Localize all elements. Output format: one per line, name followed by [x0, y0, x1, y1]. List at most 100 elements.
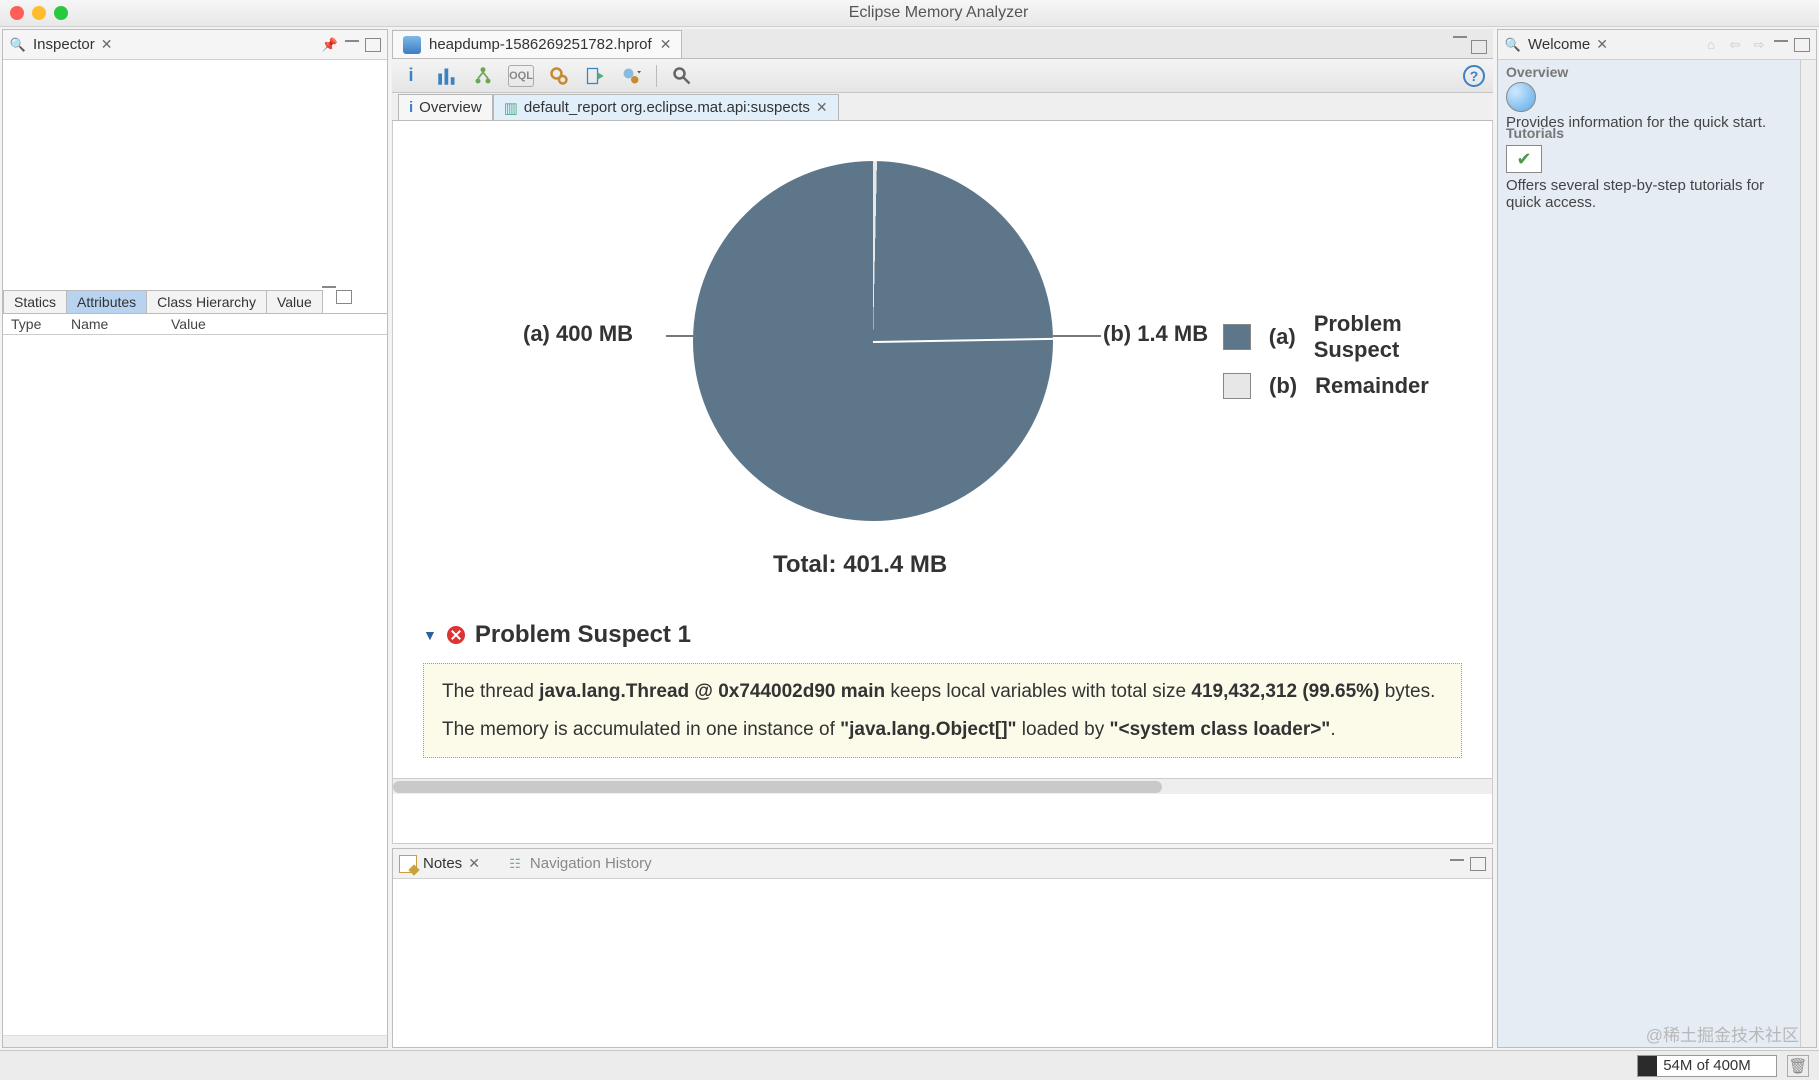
titlebar: Eclipse Memory Analyzer	[0, 0, 1819, 27]
info-icon: i	[409, 99, 413, 116]
watermark: @稀土掘金技术社区	[1646, 1021, 1799, 1046]
t: bytes.	[1379, 681, 1435, 702]
sub-tabs: i Overview ▥ default_report org.eclipse.…	[392, 93, 1493, 121]
suspect-description: The thread java.lang.Thread @ 0x744002d9…	[423, 663, 1462, 758]
slice-b-label: (b) 1.4 MB	[1103, 321, 1208, 347]
tabs-maximize-icon[interactable]	[336, 290, 352, 304]
forward-icon[interactable]: ⇨	[1750, 36, 1768, 54]
col-name[interactable]: Name	[63, 314, 163, 334]
tab-value[interactable]: Value	[266, 290, 323, 313]
back-icon[interactable]: ⇦	[1726, 36, 1744, 54]
minimize-window-icon[interactable]	[32, 6, 46, 20]
globe-icon[interactable]	[1506, 82, 1536, 112]
welcome-title: Welcome	[1528, 36, 1590, 53]
inspector-h-scrollbar[interactable]	[3, 1035, 387, 1047]
nav-history-icon: ☷	[506, 855, 524, 873]
t: The thread	[442, 681, 539, 702]
sub-tab-overview[interactable]: i Overview	[398, 94, 493, 120]
col-type[interactable]: Type	[3, 314, 63, 334]
window-controls[interactable]	[10, 6, 68, 20]
notes-maximize-icon[interactable]	[1470, 857, 1486, 871]
help-icon[interactable]: ?	[1463, 65, 1485, 87]
tab-attributes[interactable]: Attributes	[66, 290, 147, 313]
welcome-v-scrollbar[interactable]	[1800, 60, 1816, 1047]
welcome-content: Overview Provides information for the qu…	[1498, 60, 1800, 1047]
nav-history-title[interactable]: Navigation History	[530, 855, 652, 872]
editor-tab-label: heapdump-1586269251782.hprof	[429, 36, 652, 53]
histogram-icon[interactable]	[436, 65, 458, 87]
status-bar: 54M of 400M 🗑	[0, 1050, 1819, 1080]
notes-header: Notes ✕ ☷ Navigation History	[393, 849, 1492, 879]
sub-tab-overview-label: Overview	[419, 99, 482, 116]
legend-text-a: Problem Suspect	[1314, 311, 1492, 363]
welcome-maximize-icon[interactable]	[1794, 38, 1810, 52]
pie-slice-area	[693, 161, 1053, 521]
close-window-icon[interactable]	[10, 6, 24, 20]
legend-key-a: (a)	[1269, 324, 1296, 350]
inspector-close-icon[interactable]: ✕	[101, 36, 113, 53]
sub-tab-close-icon[interactable]: ✕	[816, 99, 828, 116]
inspector-icon: 🔍	[9, 36, 27, 54]
t: java.lang.Thread @ 0x744002d90 main	[539, 681, 885, 702]
legend-row-a: (a) Problem Suspect	[1223, 311, 1492, 363]
run-report-icon[interactable]	[584, 65, 606, 87]
pin-icon[interactable]: 📌	[321, 36, 339, 54]
col-value[interactable]: Value	[163, 314, 214, 334]
slice-a-leader	[666, 335, 696, 337]
notes-title: Notes	[423, 855, 462, 872]
editor-maximize-icon[interactable]	[1471, 40, 1487, 54]
info-icon[interactable]: i	[400, 65, 422, 87]
chart-total: Total: 401.4 MB	[773, 551, 947, 579]
editor-pane: heapdump-1586269251782.hprof ✕ i OQL	[392, 29, 1493, 1048]
maximize-pane-icon[interactable]	[365, 38, 381, 52]
sub-tab-report-label: default_report org.eclipse.mat.api:suspe…	[524, 99, 810, 116]
editor-toolbar: i OQL	[392, 59, 1493, 93]
t: keeps local variables with total size	[885, 681, 1191, 702]
editor-tab-close-icon[interactable]: ✕	[660, 36, 672, 53]
inspector-title: Inspector	[33, 36, 95, 53]
error-icon	[447, 626, 465, 644]
notes-minimize-icon[interactable]	[1450, 859, 1464, 861]
legend-key-b: (b)	[1269, 373, 1297, 399]
minimize-pane-icon[interactable]	[345, 40, 359, 42]
search-icon[interactable]	[671, 65, 693, 87]
heapdump-icon	[403, 36, 421, 54]
slice-b-leader	[1053, 335, 1101, 337]
twistie-icon[interactable]: ▼	[423, 627, 437, 643]
home-icon[interactable]: ⌂	[1702, 36, 1720, 54]
editor-minimize-icon[interactable]	[1453, 36, 1467, 38]
tab-statics[interactable]: Statics	[3, 290, 67, 313]
welcome-minimize-icon[interactable]	[1774, 40, 1788, 42]
t: .	[1330, 719, 1335, 740]
heap-status[interactable]: 54M of 400M	[1637, 1055, 1777, 1077]
inspector-columns: Type Name Value	[3, 314, 387, 335]
report-icon: ▥	[504, 99, 518, 117]
inspector-header: 🔍 Inspector ✕ 📌	[3, 30, 387, 60]
tab-class-hierarchy[interactable]: Class Hierarchy	[146, 290, 267, 313]
notes-icon	[399, 855, 417, 873]
gears-icon[interactable]	[548, 65, 570, 87]
heap-status-text: 54M of 400M	[1638, 1056, 1776, 1076]
notes-body[interactable]	[393, 879, 1492, 1047]
slice-a-label: (a) 400 MB	[523, 321, 633, 347]
tutorials-desc: Offers several step-by-step tutorials fo…	[1506, 177, 1792, 211]
suspect-heading[interactable]: ▼ Problem Suspect 1	[393, 601, 1492, 663]
sub-tab-report[interactable]: ▥ default_report org.eclipse.mat.api:sus…	[493, 94, 839, 120]
tutorials-icon[interactable]: ✔	[1506, 145, 1542, 173]
query-dropdown-icon[interactable]	[620, 65, 642, 87]
oql-icon[interactable]: OQL	[508, 65, 534, 87]
report-body[interactable]: (a) 400 MB (b) 1.4 MB (a) Problem Suspec…	[392, 121, 1493, 844]
zoom-window-icon[interactable]	[54, 6, 68, 20]
pie-chart: (a) 400 MB (b) 1.4 MB (a) Problem Suspec…	[393, 121, 1492, 601]
gc-trash-icon[interactable]: 🗑	[1787, 1055, 1809, 1077]
welcome-header: 🔍 Welcome ✕ ⌂ ⇦ ⇨	[1498, 30, 1816, 60]
editor-h-scrollbar[interactable]	[393, 778, 1492, 794]
editor-tabs: heapdump-1586269251782.hprof ✕	[392, 29, 1493, 59]
tabs-minimize-icon[interactable]	[322, 286, 336, 288]
notes-close-icon[interactable]: ✕	[468, 855, 480, 872]
welcome-icon: 🔍	[1504, 36, 1522, 54]
dominator-tree-icon[interactable]	[472, 65, 494, 87]
editor-tab-heapdump[interactable]: heapdump-1586269251782.hprof ✕	[392, 30, 682, 58]
welcome-close-icon[interactable]: ✕	[1596, 36, 1608, 53]
legend-text-b: Remainder	[1315, 373, 1429, 399]
